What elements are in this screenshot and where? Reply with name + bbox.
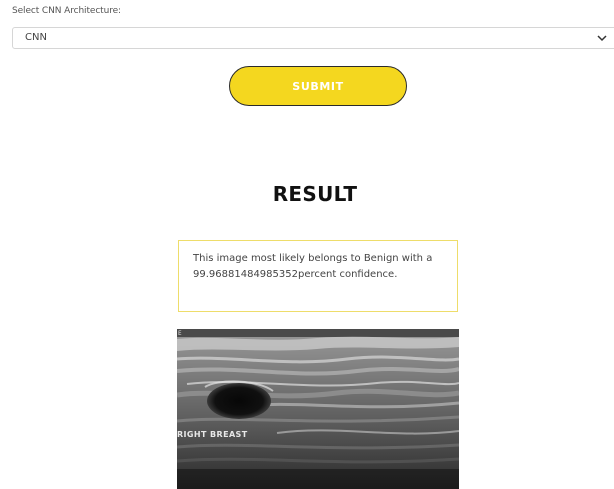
result-message: This image most likely belongs to Benign… [193,253,433,280]
architecture-select[interactable]: CNN [12,27,614,49]
result-message-box: This image most likely belongs to Benign… [178,240,458,312]
page: Select CNN Architecture: CNN SUBMIT RESU… [0,0,614,489]
submit-button[interactable]: SUBMIT [229,66,407,106]
architecture-select-value: CNN [25,32,47,43]
result-heading: RESULT [272,182,358,206]
chevron-down-icon [597,35,607,42]
ultrasound-graphic [177,329,459,489]
select-architecture-label: Select CNN Architecture: [12,6,121,16]
ultrasound-image: E RIGHT BREAST [177,329,459,489]
scan-corner-marker: E [178,330,182,337]
scan-overlay-label: RIGHT BREAST [177,430,248,439]
